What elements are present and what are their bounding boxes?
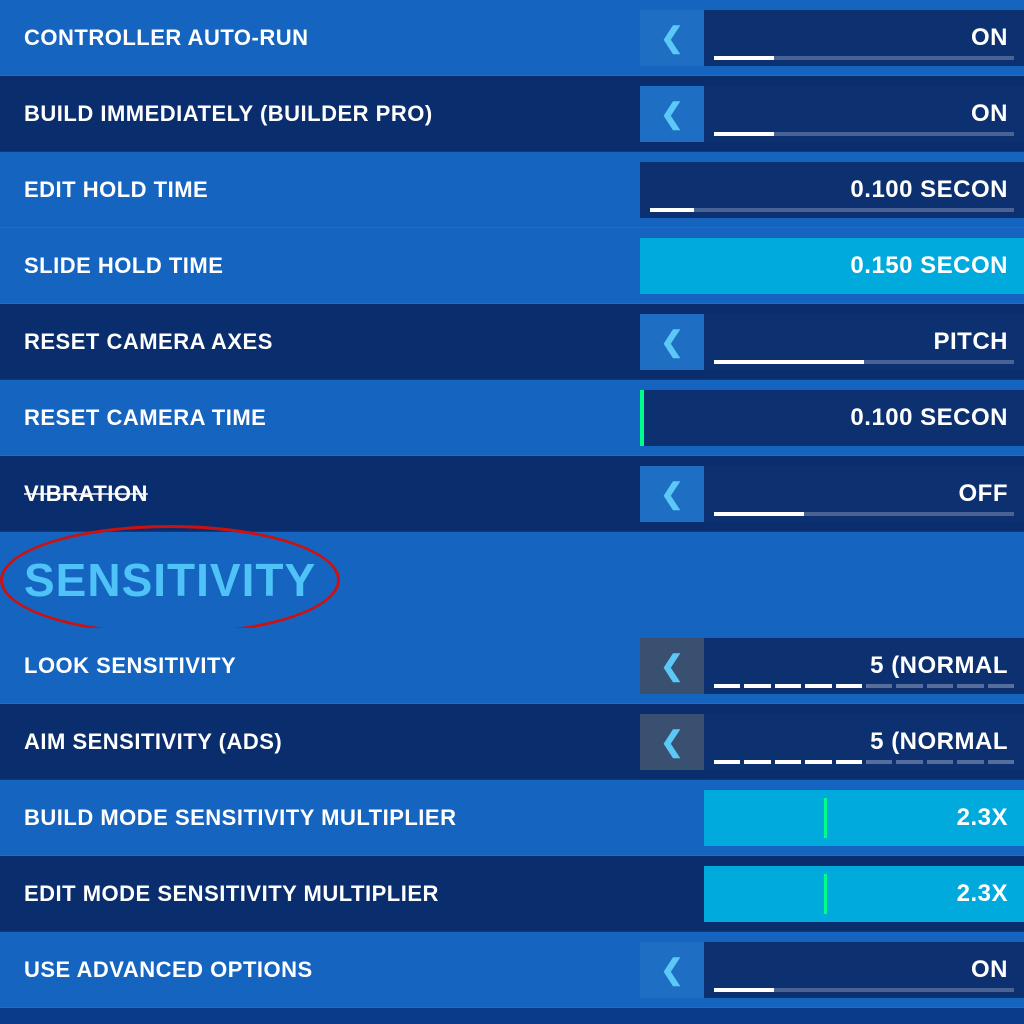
aim-sensitivity-control: ❮ 5 (NORMAL <box>640 714 1024 770</box>
reset-camera-time-value-display: 0.100 Secon <box>640 390 1024 446</box>
reset-camera-axes-label: RESET CAMERA AXES <box>0 329 640 355</box>
edit-mode-multiplier-label: EDIT MODE SENSITIVITY MULTIPLIER <box>0 881 644 907</box>
use-advanced-options-bar-fill <box>714 988 774 992</box>
reset-camera-axes-arrow[interactable]: ❮ <box>640 314 704 370</box>
build-immediately-bar-fill <box>714 132 774 136</box>
left-arrow-icon: ❮ <box>660 480 683 508</box>
aim-sensitivity-row: AIM SENSITIVITY (ADS) ❮ 5 (NORMAL <box>0 704 1024 780</box>
use-advanced-options-arrow[interactable]: ❮ <box>640 942 704 998</box>
slide-hold-time-control: 0.150 Secon <box>640 238 1024 294</box>
use-advanced-options-control: ❮ ON <box>640 942 1024 998</box>
reset-camera-axes-control: ❮ PITCH <box>640 314 1024 370</box>
aim-sensitivity-dashed-bar <box>714 760 1014 764</box>
vibration-arrow[interactable]: ❮ <box>640 466 704 522</box>
slide-hold-time-label: SLIDE HOLD TIME <box>0 253 640 279</box>
reset-camera-time-row: RESET CAMERA TIME 0.100 Secon <box>0 380 1024 456</box>
reset-camera-time-label: RESET CAMERA TIME <box>0 405 640 431</box>
use-advanced-options-label: USE ADVANCED OPTIONS <box>0 957 640 983</box>
aim-sensitivity-label: AIM SENSITIVITY (ADS) <box>0 729 640 755</box>
vibration-bar-fill <box>714 512 804 516</box>
edit-mode-multiplier-display[interactable]: 2.3x <box>704 866 1024 922</box>
slide-hold-time-value: 0.150 Secon <box>850 252 1008 280</box>
edit-hold-time-control: 0.100 Secon <box>640 162 1024 218</box>
build-mode-multiplier-display[interactable]: 2.3x <box>704 790 1024 846</box>
reset-camera-axes-bar <box>714 360 1014 364</box>
reset-camera-axes-row: RESET CAMERA AXES ❮ PITCH <box>0 304 1024 380</box>
vibration-bar <box>714 512 1014 516</box>
look-sensitivity-value-display: 5 (NORMAL <box>704 638 1024 694</box>
controller-auto-run-bar <box>714 56 1014 60</box>
controller-auto-run-bar-fill <box>714 56 774 60</box>
sensitivity-section-header: SENSITIVITY <box>0 532 1024 628</box>
reset-camera-axes-value: PITCH <box>934 328 1009 356</box>
look-sensitivity-control: ❮ 5 (NORMAL <box>640 638 1024 694</box>
sensitivity-title: SENSITIVITY <box>24 553 316 607</box>
use-advanced-options-row: USE ADVANCED OPTIONS ❮ ON <box>0 932 1024 1008</box>
use-advanced-options-value-display: ON <box>704 942 1024 998</box>
edit-mode-green-line <box>824 874 827 914</box>
build-immediately-control: ❮ ON <box>640 86 1024 142</box>
controller-auto-run-arrow[interactable]: ❮ <box>640 10 704 66</box>
use-advanced-options-value: ON <box>971 956 1008 984</box>
edit-hold-time-value-display: 0.100 Secon <box>640 162 1024 218</box>
edit-mode-multiplier-value: 2.3x <box>957 880 1008 908</box>
vibration-value: OFF <box>959 480 1009 508</box>
left-arrow-icon: ❮ <box>660 328 683 356</box>
controller-auto-run-row: CONTROLLER AUTO-RUN ❮ ON <box>0 0 1024 76</box>
edit-hold-time-row: EDIT HOLD TIME 0.100 Secon <box>0 152 1024 228</box>
reset-camera-time-control: 0.100 Secon <box>640 390 1024 446</box>
edit-hold-time-bar-fill <box>650 208 694 212</box>
slide-hold-time-row: SLIDE HOLD TIME 0.150 Secon <box>0 228 1024 304</box>
build-mode-multiplier-row: BUILD MODE SENSITIVITY MULTIPLIER 2.3x <box>0 780 1024 856</box>
build-mode-green-line <box>824 798 827 838</box>
aim-sensitivity-value: 5 (NORMAL <box>870 728 1008 756</box>
edit-mode-multiplier-control: 2.3x <box>644 866 1024 922</box>
controller-auto-run-value-display: ON <box>704 10 1024 66</box>
left-arrow-icon: ❮ <box>660 24 683 52</box>
build-mode-multiplier-value: 2.3x <box>957 804 1008 832</box>
left-arrow-icon: ❮ <box>660 728 683 756</box>
build-immediately-value-display: ON <box>704 86 1024 142</box>
look-sensitivity-dashed-bar <box>714 684 1014 688</box>
left-arrow-icon: ❮ <box>660 956 683 984</box>
vibration-control: ❮ OFF <box>640 466 1024 522</box>
use-advanced-options-bar <box>714 988 1014 992</box>
build-immediately-arrow[interactable]: ❮ <box>640 86 704 142</box>
left-arrow-icon: ❮ <box>660 100 683 128</box>
look-sensitivity-arrow[interactable]: ❮ <box>640 638 704 694</box>
build-mode-multiplier-control: 2.3x <box>644 790 1024 846</box>
look-sensitivity-row: LOOK SENSITIVITY ❮ 5 (NORMAL <box>0 628 1024 704</box>
vibration-label: VIBRATION <box>0 481 640 507</box>
build-immediately-label: BUILD IMMEDIATELY (BUILDER PRO) <box>0 101 640 127</box>
settings-container: CONTROLLER AUTO-RUN ❮ ON BUILD IMMEDIATE… <box>0 0 1024 1024</box>
left-arrow-icon: ❮ <box>660 652 683 680</box>
reset-camera-axes-value-display: PITCH <box>704 314 1024 370</box>
vibration-value-display: OFF <box>704 466 1024 522</box>
build-mode-multiplier-label: BUILD MODE SENSITIVITY MULTIPLIER <box>0 805 644 831</box>
edit-hold-time-bar <box>650 208 1014 212</box>
controller-auto-run-label: CONTROLLER AUTO-RUN <box>0 25 640 51</box>
edit-hold-time-value: 0.100 Secon <box>850 176 1008 204</box>
edit-mode-multiplier-row: EDIT MODE SENSITIVITY MULTIPLIER 2.3x <box>0 856 1024 932</box>
slide-hold-time-value-display: 0.150 Secon <box>640 238 1024 294</box>
edit-hold-time-label: EDIT HOLD TIME <box>0 177 640 203</box>
controller-auto-run-control: ❮ ON <box>640 10 1024 66</box>
controller-auto-run-value: ON <box>971 24 1008 52</box>
vibration-row: VIBRATION ❮ OFF <box>0 456 1024 532</box>
build-immediately-value: ON <box>971 100 1008 128</box>
aim-sensitivity-arrow[interactable]: ❮ <box>640 714 704 770</box>
look-sensitivity-value: 5 (NORMAL <box>870 652 1008 680</box>
reset-camera-axes-bar-fill <box>714 360 864 364</box>
build-immediately-row: BUILD IMMEDIATELY (BUILDER PRO) ❮ ON <box>0 76 1024 152</box>
reset-camera-time-value: 0.100 Secon <box>850 404 1008 432</box>
aim-sensitivity-value-display: 5 (NORMAL <box>704 714 1024 770</box>
build-immediately-bar <box>714 132 1014 136</box>
look-sensitivity-label: LOOK SENSITIVITY <box>0 653 640 679</box>
